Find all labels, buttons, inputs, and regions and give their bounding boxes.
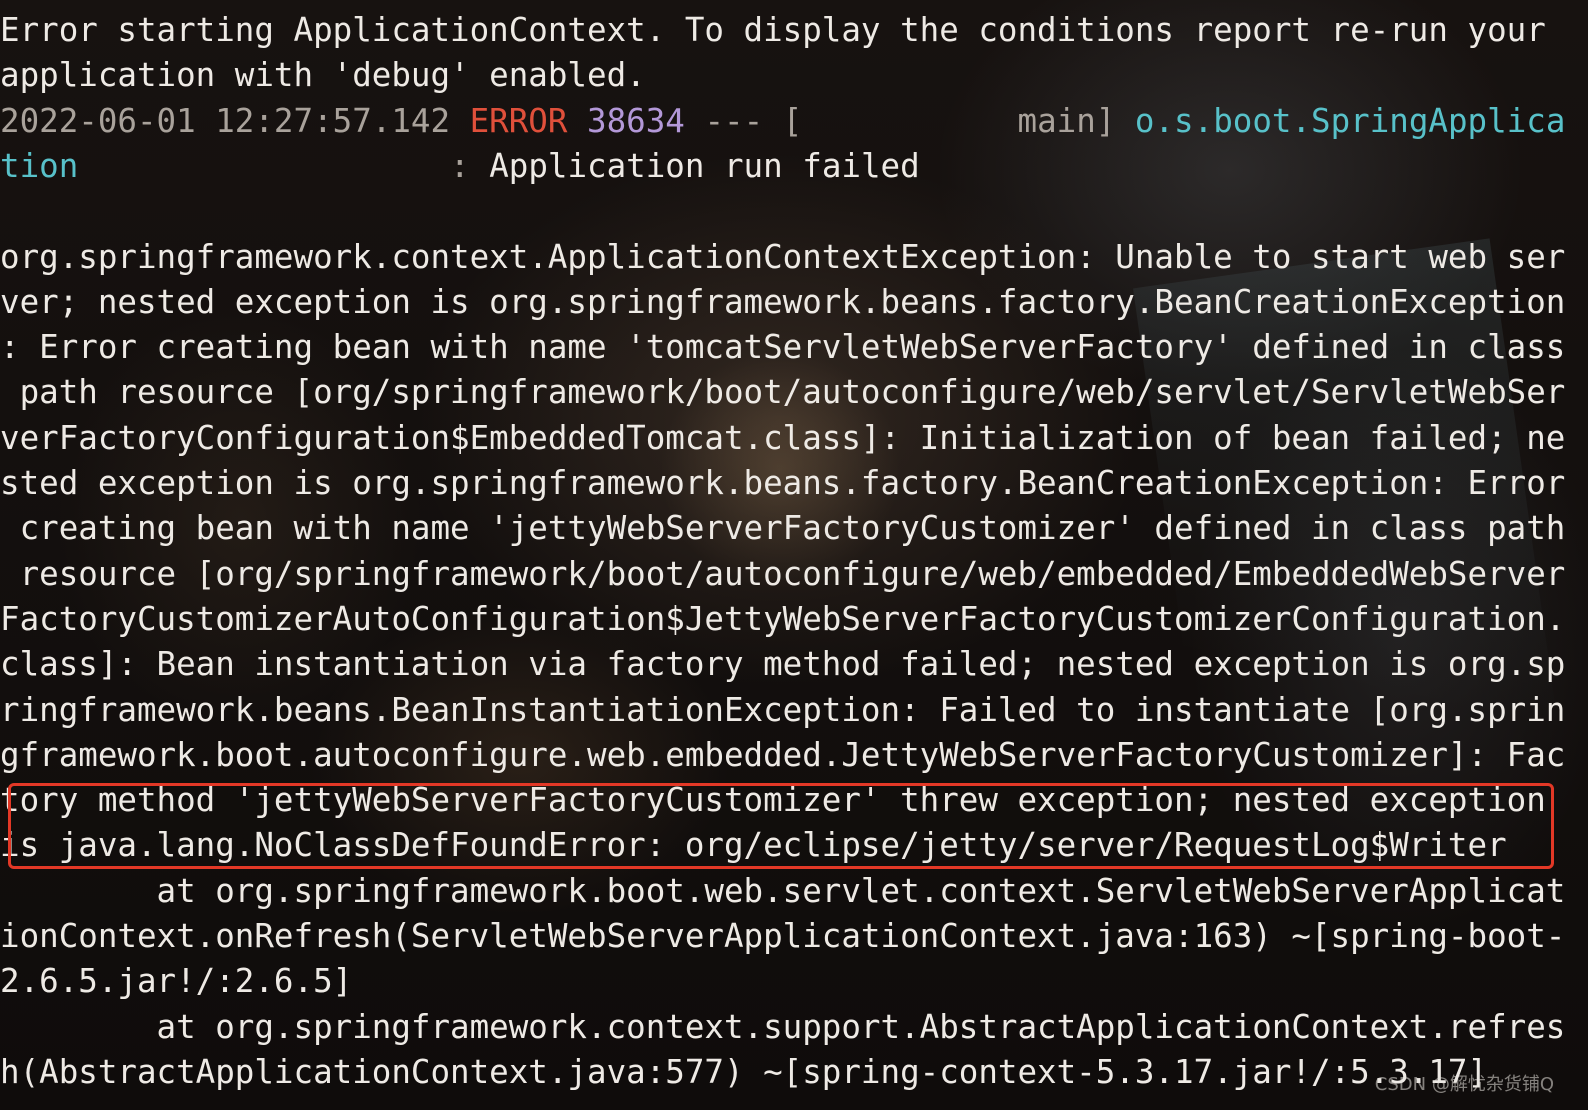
log-text: ver; nested exception is org.springframe…	[0, 282, 1566, 321]
log-logger: o.s.boot.SpringApplica	[1134, 101, 1566, 140]
terminal-line: tion : Application run failed	[0, 144, 920, 189]
log-separator: :	[78, 146, 490, 185]
log-text: 2.6.5.jar!/:2.6.5]	[0, 962, 353, 1001]
log-text: sted exception is org.springframework.be…	[0, 464, 1566, 502]
terminal-line: verFactoryConfiguration$EmbeddedTomcat.c…	[0, 416, 1565, 461]
log-text: class]: Bean instantiation via factory m…	[0, 645, 1566, 684]
terminal-line: 2.6.5.jar!/:2.6.5]	[0, 959, 352, 1004]
terminal-line: at org.springframework.context.support.A…	[0, 1005, 1566, 1050]
terminal-line: : Error creating bean with name 'tomcatS…	[0, 325, 1565, 370]
log-thread: --- [ main]	[684, 101, 1135, 140]
terminal-line: Error starting ApplicationContext. To di…	[0, 8, 1546, 53]
log-logger: tion	[0, 146, 79, 185]
terminal-line: gframework.boot.autoconfigure.web.embedd…	[0, 733, 1565, 778]
log-level-error: ERROR	[469, 101, 568, 140]
log-text: application with 'debug' enabled.	[0, 56, 646, 95]
terminal-line: ionContext.onRefresh(ServletWebServerApp…	[0, 914, 1565, 959]
terminal-output[interactable]: Error starting ApplicationContext. To di…	[0, 8, 1588, 1108]
terminal-line: org.springframework.context.ApplicationC…	[0, 235, 1565, 280]
terminal-line: 2022-06-01 12:27:57.142 ERROR 38634 --- …	[0, 99, 1565, 144]
terminal-line: h(AbstractApplicationContext.java:577) ~…	[0, 1050, 1487, 1095]
error-highlight-box	[8, 783, 1554, 869]
terminal-line: ringframework.beans.BeanInstantiationExc…	[0, 688, 1565, 733]
log-text: ringframework.beans.BeanInstantiationExc…	[0, 690, 1566, 729]
terminal-line: sted exception is org.springframework.be…	[0, 461, 1565, 506]
log-text: at org.springframework.context.support.A…	[0, 1007, 1566, 1046]
log-timestamp: 2022-06-01 12:27:57.142	[0, 101, 470, 140]
terminal-line: class]: Bean instantiation via factory m…	[0, 642, 1565, 687]
log-text: : Error creating bean with name 'tomcatS…	[0, 328, 1566, 367]
log-text: resource [org/springframework/boot/autoc…	[0, 554, 1566, 593]
terminal-line: application with 'debug' enabled.	[0, 53, 646, 98]
log-text: ionContext.onRefresh(ServletWebServerApp…	[0, 917, 1566, 955]
log-text: path resource [org/springframework/boot/…	[0, 373, 1566, 412]
watermark: CSDN @解忧杂货铺Q	[1374, 1074, 1554, 1095]
terminal-line: at org.springframework.boot.web.servlet.…	[0, 869, 1566, 914]
terminal-line: path resource [org/springframework/boot/…	[0, 370, 1566, 415]
terminal-line: FactoryCustomizerAutoConfiguration$Jetty…	[0, 597, 1565, 642]
log-text: gframework.boot.autoconfigure.web.embedd…	[0, 735, 1566, 774]
log-text: Error starting ApplicationContext. To di…	[0, 11, 1546, 49]
log-text: FactoryCustomizerAutoConfiguration$Jetty…	[0, 599, 1566, 638]
terminal-line: resource [org/springframework/boot/autoc…	[0, 552, 1566, 597]
terminal-line: ver; nested exception is org.springframe…	[0, 280, 1565, 325]
log-text: org.springframework.context.ApplicationC…	[0, 237, 1566, 276]
log-text: verFactoryConfiguration$EmbeddedTomcat.c…	[0, 418, 1566, 457]
terminal-line: creating bean with name 'jettyWebServerF…	[0, 506, 1566, 551]
log-separator	[567, 102, 587, 140]
log-text: h(AbstractApplicationContext.java:577) ~…	[0, 1052, 1488, 1091]
log-text: creating bean with name 'jettyWebServerF…	[0, 509, 1566, 548]
log-pid: 38634	[587, 101, 685, 140]
log-text: at org.springframework.boot.web.servlet.…	[0, 871, 1566, 910]
log-message: Application run failed	[489, 146, 920, 185]
